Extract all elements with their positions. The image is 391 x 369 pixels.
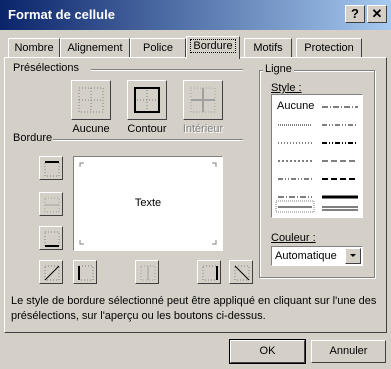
chevron-down-icon xyxy=(350,254,356,257)
help-button[interactable]: ? xyxy=(345,5,365,23)
line-heading: Ligne xyxy=(263,63,294,75)
tab-label: Bordure xyxy=(190,39,236,53)
border-diagonal-down-button[interactable] xyxy=(229,260,253,284)
line-color-label: Couleur : xyxy=(271,232,316,244)
line-color-label-text: Couleur : xyxy=(271,232,316,244)
tab-police[interactable]: Police xyxy=(130,38,186,58)
preset-inside-label: Intérieur xyxy=(182,123,224,135)
preset-inside-icon xyxy=(190,87,216,113)
preview-text: Texte xyxy=(134,197,162,209)
tab-bordure[interactable]: Bordure xyxy=(186,36,240,59)
presets-heading: Présélections xyxy=(11,62,82,74)
line-style-swatches xyxy=(275,106,358,213)
cancel-button[interactable]: Annuler xyxy=(311,340,386,363)
ok-button[interactable]: OK xyxy=(229,339,306,364)
border-diagonal-up-icon xyxy=(44,265,60,281)
tab-label: Motifs xyxy=(253,42,283,54)
line-style-label: Style : xyxy=(271,82,302,94)
border-heading: Bordure xyxy=(11,132,55,144)
preset-outline-icon xyxy=(134,87,160,113)
tab-label: Alignement xyxy=(67,42,123,54)
preset-none-icon xyxy=(78,87,104,113)
tab-label: Police xyxy=(143,42,173,54)
title-bar[interactable]: Format de cellule ? ✕ xyxy=(0,0,391,30)
border-divider xyxy=(53,139,243,141)
tab-nombre[interactable]: Nombre xyxy=(8,38,60,58)
border-bottom-icon xyxy=(44,231,60,247)
border-right-button[interactable] xyxy=(197,260,221,284)
preset-inside-button[interactable] xyxy=(183,80,223,120)
format-cell-dialog: Format de cellule ? ✕ Nombre Alignement … xyxy=(0,0,391,369)
border-inside-vertical-icon xyxy=(140,265,156,281)
info-text: Le style de bordure sélectionné peut êtr… xyxy=(11,295,377,322)
border-right-icon xyxy=(202,265,218,281)
tab-protection[interactable]: Protection xyxy=(296,38,362,58)
line-color-value: Automatique xyxy=(275,250,337,262)
border-inside-horizontal-button[interactable] xyxy=(39,192,63,216)
preset-none-button[interactable] xyxy=(71,80,111,120)
presets-divider xyxy=(91,69,243,71)
border-preview[interactable]: Texte xyxy=(73,156,223,251)
tab-label: Protection xyxy=(304,42,354,54)
border-top-button[interactable] xyxy=(39,156,63,180)
line-style-picker[interactable]: Aucune xyxy=(271,94,363,218)
dialog-title: Format de cellule xyxy=(8,7,115,22)
border-inside-vertical-button[interactable] xyxy=(135,260,159,284)
border-tab-panel: Présélections Aucune Contour Intérieur B… xyxy=(4,57,387,333)
close-button[interactable]: ✕ xyxy=(367,5,387,23)
preset-none-label: Aucune xyxy=(72,123,110,135)
preset-outline-button[interactable] xyxy=(127,80,167,120)
tab-label: Nombre xyxy=(14,42,54,54)
border-bottom-button[interactable] xyxy=(39,226,63,250)
preset-outline-label: Contour xyxy=(127,123,167,135)
border-inside-horizontal-icon xyxy=(44,197,60,213)
border-left-icon xyxy=(78,265,94,281)
line-color-dropdown-button[interactable] xyxy=(345,248,361,264)
border-diagonal-up-button[interactable] xyxy=(39,260,63,284)
line-color-select[interactable]: Automatique xyxy=(271,246,363,266)
border-diagonal-down-icon xyxy=(234,265,250,281)
border-top-icon xyxy=(44,161,60,177)
tab-motifs[interactable]: Motifs xyxy=(244,38,292,58)
tab-alignement[interactable]: Alignement xyxy=(60,38,130,58)
border-left-button[interactable] xyxy=(73,260,97,284)
